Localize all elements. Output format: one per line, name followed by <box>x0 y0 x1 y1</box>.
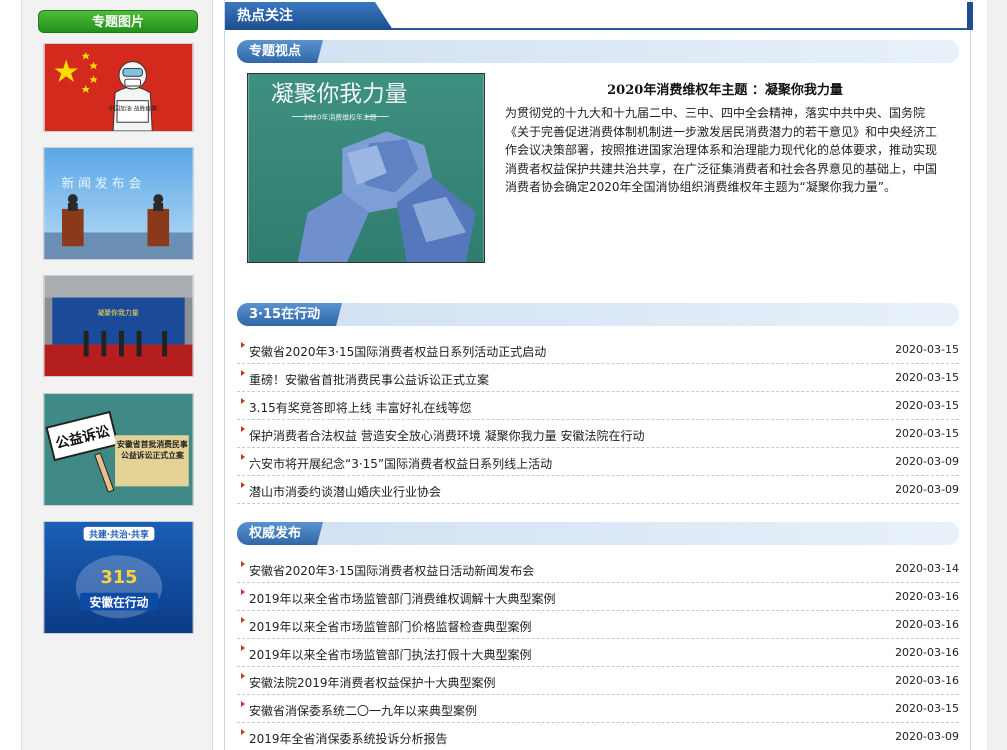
thumb-public-litigation[interactable]: 公益诉讼 安徽省首批消费民事公益诉讼正式立案 <box>43 393 194 506</box>
press-conference-caption: 新 闻 发 布 会 <box>61 175 141 191</box>
bullet-arrow-icon <box>241 398 245 404</box>
header-tail <box>967 2 973 30</box>
news-title[interactable]: 安徽省2020年3·15国际消费者权益日系列活动正式启动 <box>249 343 546 360</box>
feature-poster: 凝聚你我力量 2020年消费维权年主题 <box>248 74 484 262</box>
news-date: 2020-03-09 <box>895 455 959 468</box>
bullet-arrow-icon <box>241 645 245 651</box>
news-title[interactable]: 保护消费者合法权益 营造安全放心消费环境 凝聚你我力量 安徽法院在行动 <box>249 427 644 444</box>
thumb-anti-epidemic[interactable]: 中国加油 战胜疫情 <box>43 43 194 132</box>
sidebar: 专题图片 中国加油 战胜疫情 新 闻 发 布 会 凝聚你我力量 公益诉讼 安徽省… <box>21 0 213 750</box>
bullet-arrow-icon <box>241 589 245 595</box>
news-date: 2020-03-15 <box>895 427 959 440</box>
anhui-slogan: 共建·共治·共享 <box>89 529 149 541</box>
release-news-list: 安徽省2020年3·15国际消费者权益日活动新闻发布会 2020-03-14 20… <box>237 555 959 750</box>
bullet-arrow-icon <box>241 617 245 623</box>
litigation-board-text: 安徽省首批消费民事公益诉讼正式立案 <box>117 440 188 460</box>
bullet-arrow-icon <box>241 454 245 460</box>
feature-image[interactable]: 凝聚你我力量 2020年消费维权年主题 <box>247 73 485 263</box>
news-date: 2020-03-15 <box>895 702 959 715</box>
list-item[interactable]: 安徽法院2019年消费者权益保护十大典型案例 2020-03-16 <box>237 667 959 695</box>
feature-text: 为贯彻党的十九大和十九届二中、三中、四中全会精神，落实中共中央、国务院《关于完善… <box>505 106 938 194</box>
anhui-315-badge: 315 <box>101 568 138 588</box>
bullet-arrow-icon <box>241 729 245 735</box>
news-date: 2020-03-15 <box>895 371 959 384</box>
public-litigation-image: 公益诉讼 安徽省首批消费民事公益诉讼正式立案 <box>44 394 193 505</box>
news-title[interactable]: 2019年以来全省市场监管部门价格监督检查典型案例 <box>249 618 532 635</box>
feature-title[interactable]: 2020年消费维权年主题 ：凝聚你我力量 <box>510 79 940 98</box>
bullet-arrow-icon <box>241 342 245 348</box>
launch-ceremony-caption: 凝聚你我力量 <box>97 308 138 317</box>
news-title[interactable]: 六安市将开展纪念“3·15”国际消费者权益日系列线上活动 <box>249 455 552 472</box>
list-item[interactable]: 保护消费者合法权益 营造安全放心消费环境 凝聚你我力量 安徽法院在行动 2020-… <box>237 420 959 448</box>
news-title[interactable]: 重磅！安徽省首批消费民事公益诉讼正式立案 <box>249 371 489 388</box>
anti-epidemic-caption: 中国加油 战胜疫情 <box>108 104 157 112</box>
news-date: 2020-03-16 <box>895 618 959 631</box>
news-title[interactable]: 2019年全省消保委系统投诉分析报告 <box>249 730 448 747</box>
news-title[interactable]: 2019年以来全省市场监管部门执法打假十大典型案例 <box>249 646 532 663</box>
bullet-arrow-icon <box>241 673 245 679</box>
poster-title: 凝聚你我力量 <box>271 82 407 108</box>
news-title[interactable]: 2019年以来全省市场监管部门消费维权调解十大典型案例 <box>249 590 556 607</box>
list-item[interactable]: 安徽省消保委系统二〇一九年以来典型案例 2020-03-15 <box>237 695 959 723</box>
release-section-bar: 权威发布 <box>237 522 959 545</box>
bullet-arrow-icon <box>241 561 245 567</box>
list-item[interactable]: 六安市将开展纪念“3·15”国际消费者权益日系列线上活动 2020-03-09 <box>237 448 959 476</box>
page-scrollbar[interactable] <box>987 0 1007 750</box>
list-item[interactable]: 2019年以来全省市场监管部门消费维权调解十大典型案例 2020-03-16 <box>237 583 959 611</box>
news-date: 2020-03-09 <box>895 483 959 496</box>
main-panel: 热点关注 专题视点 凝聚你我力量 2020年消费维权年主题 2020年消费维权年 <box>224 0 973 750</box>
anhui-action-image: 共建·共治·共享 315 安徽在行动 <box>44 522 193 633</box>
news-date: 2020-03-14 <box>895 562 959 575</box>
list-item[interactable]: 重磅！安徽省首批消费民事公益诉讼正式立案 2020-03-15 <box>237 364 959 392</box>
release-section-title[interactable]: 权威发布 <box>237 522 323 545</box>
news-date: 2020-03-09 <box>895 730 959 743</box>
news-title[interactable]: 安徽法院2019年消费者权益保护十大典型案例 <box>249 674 496 691</box>
news-date: 2020-03-15 <box>895 343 959 356</box>
action-section-bar: 3·15在行动 <box>237 303 959 326</box>
news-date: 2020-03-16 <box>895 674 959 687</box>
news-date: 2020-03-16 <box>895 590 959 603</box>
action-news-list: 安徽省2020年3·15国际消费者权益日系列活动正式启动 2020-03-15 重… <box>237 336 959 504</box>
bullet-arrow-icon <box>241 701 245 707</box>
list-item[interactable]: 2019年以来全省市场监管部门价格监督检查典型案例 2020-03-16 <box>237 611 959 639</box>
action-section-title[interactable]: 3·15在行动 <box>237 303 342 326</box>
list-item[interactable]: 2019年全省消保委系统投诉分析报告 2020-03-09 <box>237 723 959 750</box>
feature-section-bar: 专题视点 <box>237 40 959 63</box>
bullet-arrow-icon <box>241 482 245 488</box>
list-item[interactable]: 安徽省2020年3·15国际消费者权益日系列活动正式启动 2020-03-15 <box>237 336 959 364</box>
thumb-anhui-action[interactable]: 共建·共治·共享 315 安徽在行动 <box>43 521 194 634</box>
list-item[interactable]: 3.15有奖竞答即将上线 丰富好礼在线等您 2020-03-15 <box>237 392 959 420</box>
news-date: 2020-03-16 <box>895 646 959 659</box>
list-item[interactable]: 2019年以来全省市场监管部门执法打假十大典型案例 2020-03-16 <box>237 639 959 667</box>
bullet-arrow-icon <box>241 426 245 432</box>
news-date: 2020-03-15 <box>895 399 959 412</box>
list-item[interactable]: 潜山市消委约谈潜山婚庆业行业协会 2020-03-09 <box>237 476 959 504</box>
hot-topics-tab[interactable]: 热点关注 <box>225 2 393 30</box>
bullet-arrow-icon <box>241 370 245 376</box>
news-title[interactable]: 3.15有奖竞答即将上线 丰富好礼在线等您 <box>249 399 472 416</box>
news-title[interactable]: 潜山市消委约谈潜山婚庆业行业协会 <box>249 483 441 500</box>
news-title[interactable]: 安徽省消保委系统二〇一九年以来典型案例 <box>249 702 477 719</box>
feature-section-title[interactable]: 专题视点 <box>237 40 323 63</box>
sidebar-title: 专题图片 <box>38 10 198 33</box>
thumb-launch-ceremony[interactable]: 凝聚你我力量 <box>43 275 194 377</box>
thumb-press-conference[interactable]: 新 闻 发 布 会 <box>43 147 194 260</box>
poster-subtitle: 2020年消费维权年主题 <box>304 113 377 122</box>
anti-epidemic-image: 中国加油 战胜疫情 <box>44 44 193 131</box>
news-title[interactable]: 安徽省2020年3·15国际消费者权益日活动新闻发布会 <box>249 562 534 579</box>
list-item[interactable]: 安徽省2020年3·15国际消费者权益日活动新闻发布会 2020-03-14 <box>237 555 959 583</box>
press-conference-image: 新 闻 发 布 会 <box>44 148 193 259</box>
main-header: 热点关注 <box>225 2 973 30</box>
anhui-action-caption: 安徽在行动 <box>90 595 149 609</box>
launch-ceremony-image: 凝聚你我力量 <box>44 276 193 376</box>
